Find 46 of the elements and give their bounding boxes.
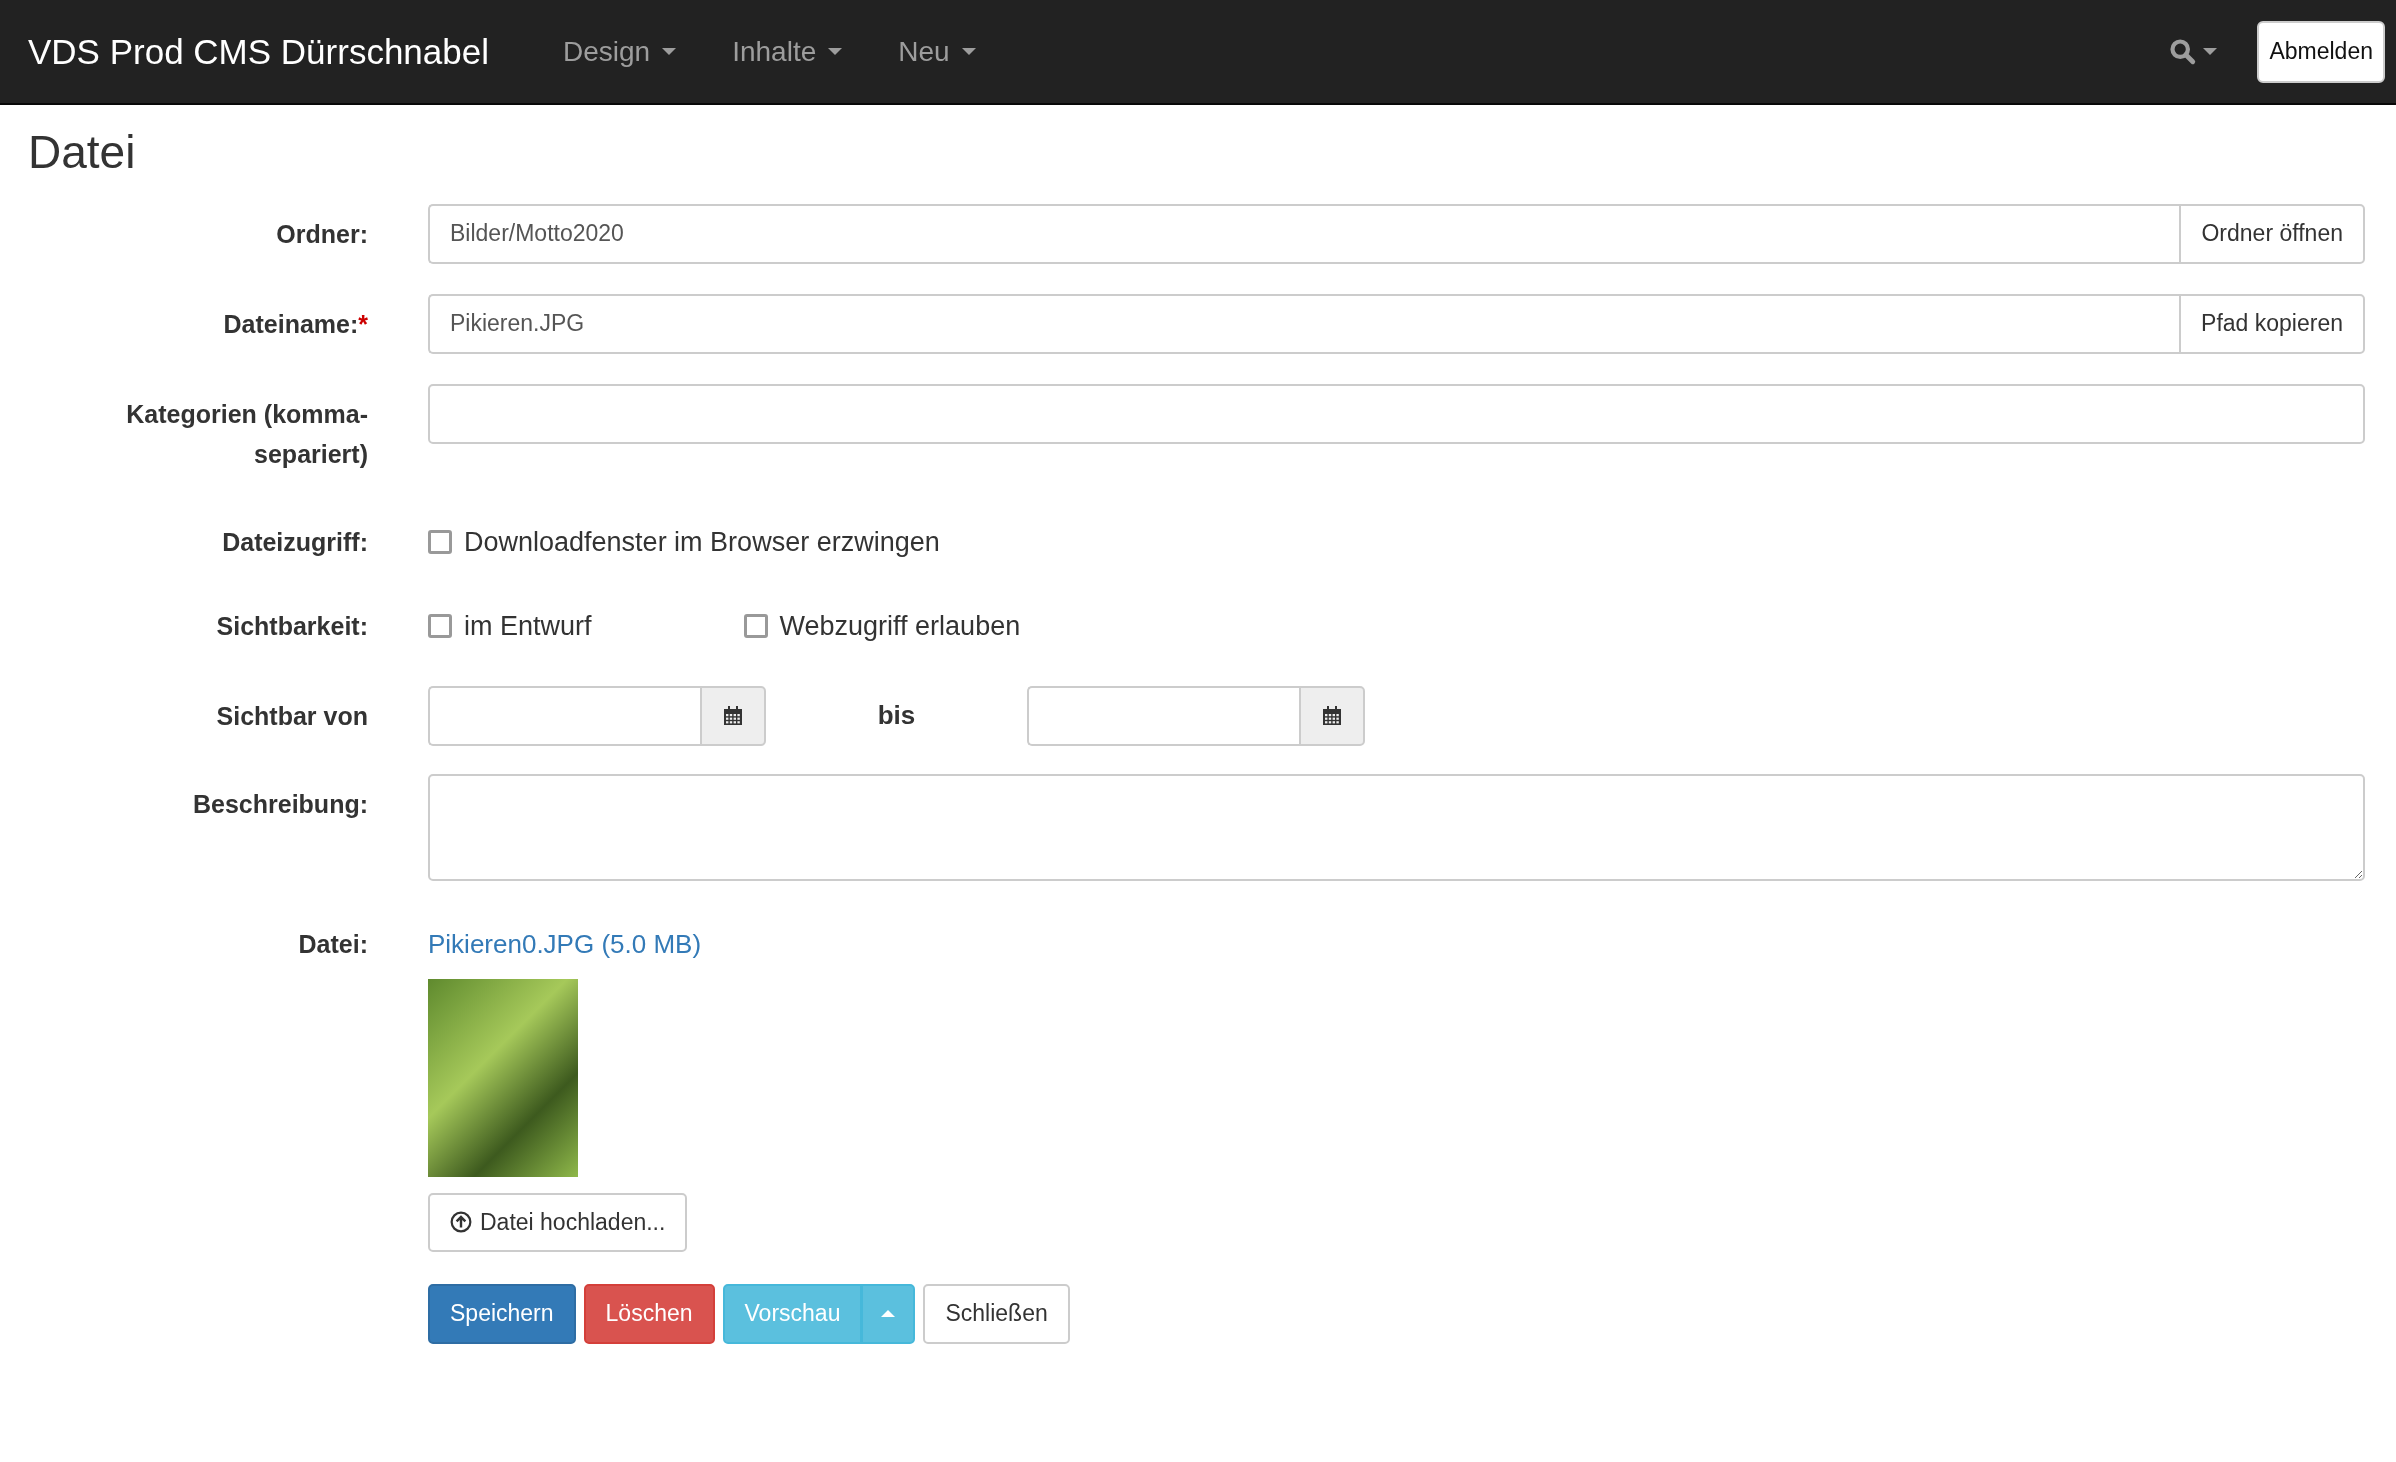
field-label: Datei: [297, 928, 368, 960]
field-label: Sichtbar von [215, 700, 368, 732]
action-button[interactable]: Schließen [923, 1283, 1070, 1344]
action-button[interactable]: Löschen [583, 1283, 715, 1344]
caret-icon [881, 1310, 896, 1318]
logout-button[interactable]: Abmelden [2257, 20, 2385, 83]
date-field[interactable] [428, 685, 700, 746]
calendar-icon [1322, 705, 1342, 726]
date-field[interactable] [1027, 685, 1299, 746]
caret-icon [828, 48, 843, 55]
dropdown-toggle[interactable] [862, 1283, 916, 1344]
caret-icon [961, 48, 976, 55]
checkbox-label: Downloadfenster im Browser erzwingen [464, 525, 940, 559]
checkbox[interactable] [428, 613, 452, 638]
search-icon [2169, 37, 2198, 66]
field-label: Dateizugriff: [221, 526, 368, 558]
nav-menu[interactable]: Inhalte [704, 35, 871, 68]
field-label: Dateiname:* [222, 308, 368, 340]
upload-icon [450, 1211, 472, 1234]
nav-menu[interactable]: Neu [870, 35, 1004, 68]
text-field[interactable]: Bilder/Motto2020 [428, 203, 2180, 264]
checkbox[interactable] [428, 529, 452, 554]
range-label: bis [876, 700, 917, 732]
calendar-icon [723, 705, 743, 726]
text-area[interactable] [428, 773, 2365, 881]
field-label: Kategorien (komma-separiert) [125, 398, 368, 470]
addon-button[interactable]: Pfad kopieren [2179, 293, 2365, 354]
field-label: Beschreibung: [191, 788, 368, 820]
nav-menu[interactable]: Design [535, 35, 705, 68]
checkbox-label: im Entwurf [464, 609, 592, 643]
field-label: Sichtbarkeit: [215, 610, 368, 642]
file-link[interactable]: Pikieren0.JPG (5.0 MB) [428, 923, 702, 964]
field-label: Ordner: [275, 218, 368, 250]
upload-button[interactable]: Datei hochladen... [428, 1192, 688, 1252]
calendar-button[interactable] [1299, 685, 1365, 746]
addon-button[interactable]: Ordner öffnen [2179, 203, 2365, 264]
site-title[interactable]: VDS Prod CMS Dürrschnabel [28, 31, 489, 72]
caret-icon [2203, 48, 2218, 55]
action-button[interactable]: Speichern [428, 1283, 576, 1344]
checkbox[interactable] [743, 613, 768, 638]
page-title: Datei [28, 127, 137, 178]
text-field[interactable]: Pikieren.JPG [428, 293, 2180, 354]
text-field[interactable] [428, 383, 2365, 444]
caret-icon [662, 48, 677, 55]
calendar-button[interactable] [700, 685, 766, 746]
checkbox-label: Webzugriff erlauben [779, 609, 1021, 643]
